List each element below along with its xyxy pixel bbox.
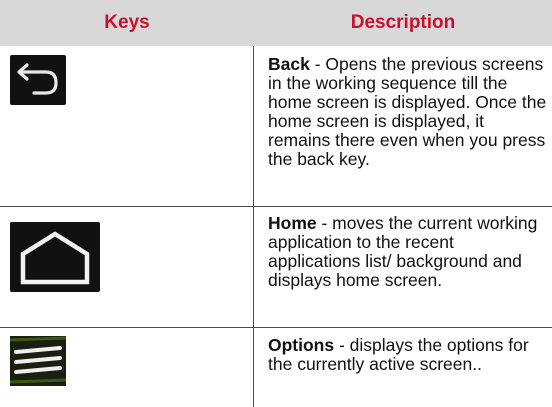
row-divider	[0, 206, 552, 207]
back-arrow-icon	[10, 55, 66, 105]
row-title: Home	[268, 213, 317, 233]
home-icon	[10, 222, 100, 292]
keys-table: Keys Description Back - Opens the previo…	[0, 0, 552, 407]
description-back: Back - Opens the previous screens in the…	[268, 55, 548, 169]
description-options: Options - displays the options for the c…	[268, 336, 548, 374]
row-text: - Opens the previous screens in the work…	[268, 54, 547, 169]
header-keys: Keys	[104, 12, 150, 33]
column-divider	[253, 46, 254, 407]
menu-lines-icon	[10, 336, 66, 386]
description-home: Home - moves the current working applica…	[268, 214, 548, 290]
row-divider	[0, 327, 552, 328]
table-header: Keys Description	[0, 0, 552, 46]
row-title: Options	[268, 335, 335, 355]
header-description: Description	[350, 12, 456, 33]
row-title: Back	[268, 54, 310, 74]
